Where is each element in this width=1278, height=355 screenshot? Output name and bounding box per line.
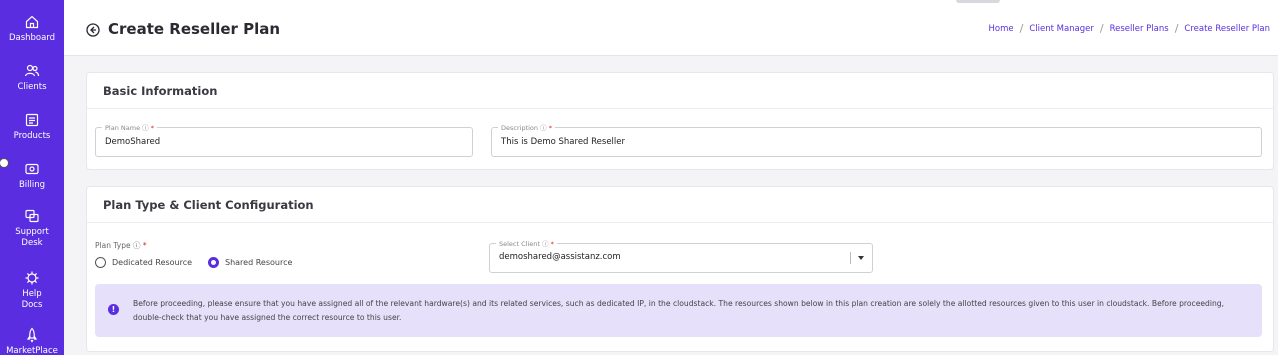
sidebar-item-support-desk[interactable]: Support Desk — [0, 208, 64, 249]
breadcrumb-home[interactable]: Home — [988, 24, 1013, 34]
radio-button-selected[interactable] — [208, 257, 219, 268]
radio-label: Dedicated Resource — [112, 258, 193, 267]
radio-button[interactable] — [95, 257, 106, 268]
radio-label: Shared Resource — [225, 258, 293, 267]
select-client-dropdown[interactable]: Select Client ⓘ * demoshared@assistanz.c… — [489, 238, 873, 273]
description-label: Description — [501, 124, 539, 132]
sidebar-item-clients[interactable]: Clients — [0, 63, 64, 93]
alert-text: Before proceeding, please ensure that yo… — [133, 299, 1225, 322]
page-title: Create Reseller Plan — [108, 20, 281, 38]
info-icon: ⓘ — [142, 124, 149, 132]
sidebar-item-help-docs[interactable]: Help Docs — [0, 270, 64, 311]
sidebar-item-label: MarketPlace — [6, 346, 58, 355]
sidebar-item-label: Clients — [17, 82, 47, 92]
select-client-value: demoshared@assistanz.com — [499, 252, 621, 262]
sidebar-item-marketplace[interactable]: MarketPlace — [0, 327, 64, 355]
select-client-label: Select Client — [499, 240, 540, 248]
plan-name-value: DemoShared — [105, 137, 161, 147]
sidebar-item-label: Dashboard — [8, 33, 56, 43]
breadcrumb-separator: / — [1099, 22, 1104, 35]
radio-shared-resource[interactable]: Shared Resource — [208, 257, 292, 268]
sidebar: Dashboard Clients Products Billing Suppo… — [0, 0, 64, 355]
help-icon — [25, 271, 39, 285]
users-icon — [24, 64, 40, 77]
info-icon: ⓘ — [542, 240, 549, 248]
breadcrumb: Home / Client Manager / Reseller Plans /… — [988, 22, 1270, 35]
required-marker: * — [142, 241, 147, 250]
card-title: Plan Type & Client Configuration — [87, 187, 1273, 223]
required-marker: * — [150, 124, 154, 132]
breadcrumb-separator: / — [1019, 22, 1024, 35]
sidebar-item-products[interactable]: Products — [0, 112, 64, 142]
sidebar-item-label: Support Desk — [15, 227, 49, 248]
description-value: This is Demo Shared Reseller — [501, 137, 626, 147]
sidebar-item-billing[interactable]: Billing — [0, 161, 64, 191]
billing-icon — [25, 163, 39, 175]
sidebar-item-label: Help Docs — [21, 289, 43, 310]
breadcrumb-current: Create Reseller Plan — [1184, 23, 1270, 34]
card-title: Basic Information — [87, 73, 1273, 109]
plan-name-label: Plan Name — [105, 124, 141, 132]
plan-name-field[interactable]: Plan Name ⓘ * DemoShared — [95, 122, 473, 157]
radio-dedicated-resource[interactable]: Dedicated Resource — [95, 257, 192, 268]
back-arrow-icon[interactable] — [86, 23, 100, 37]
info-circle-icon: ! — [108, 304, 119, 315]
info-alert: ! Before proceeding, please ensure that … — [95, 284, 1262, 337]
support-icon — [25, 209, 39, 223]
description-field[interactable]: Description ⓘ * This is Demo Shared Rese… — [491, 122, 1262, 157]
page-header: Create Reseller Plan Home / Client Manag… — [64, 0, 1278, 56]
rocket-icon — [26, 327, 38, 343]
plan-type-label: Plan Type — [95, 241, 131, 250]
sidebar-item-label: Billing — [18, 180, 46, 190]
required-marker: * — [548, 124, 552, 132]
chevron-down-icon[interactable] — [850, 252, 864, 264]
sidebar-item-label: Products — [13, 131, 51, 141]
top-tab-indicator — [956, 0, 1000, 3]
breadcrumb-client-manager[interactable]: Client Manager — [1029, 24, 1094, 34]
required-marker: * — [550, 240, 554, 248]
breadcrumb-reseller-plans[interactable]: Reseller Plans — [1110, 24, 1169, 34]
products-icon — [25, 113, 39, 127]
sidebar-item-dashboard[interactable]: Dashboard — [0, 14, 64, 44]
home-icon — [25, 15, 39, 29]
breadcrumb-separator: / — [1174, 22, 1179, 35]
info-icon: ⓘ — [132, 241, 141, 250]
info-icon: ⓘ — [540, 124, 547, 132]
